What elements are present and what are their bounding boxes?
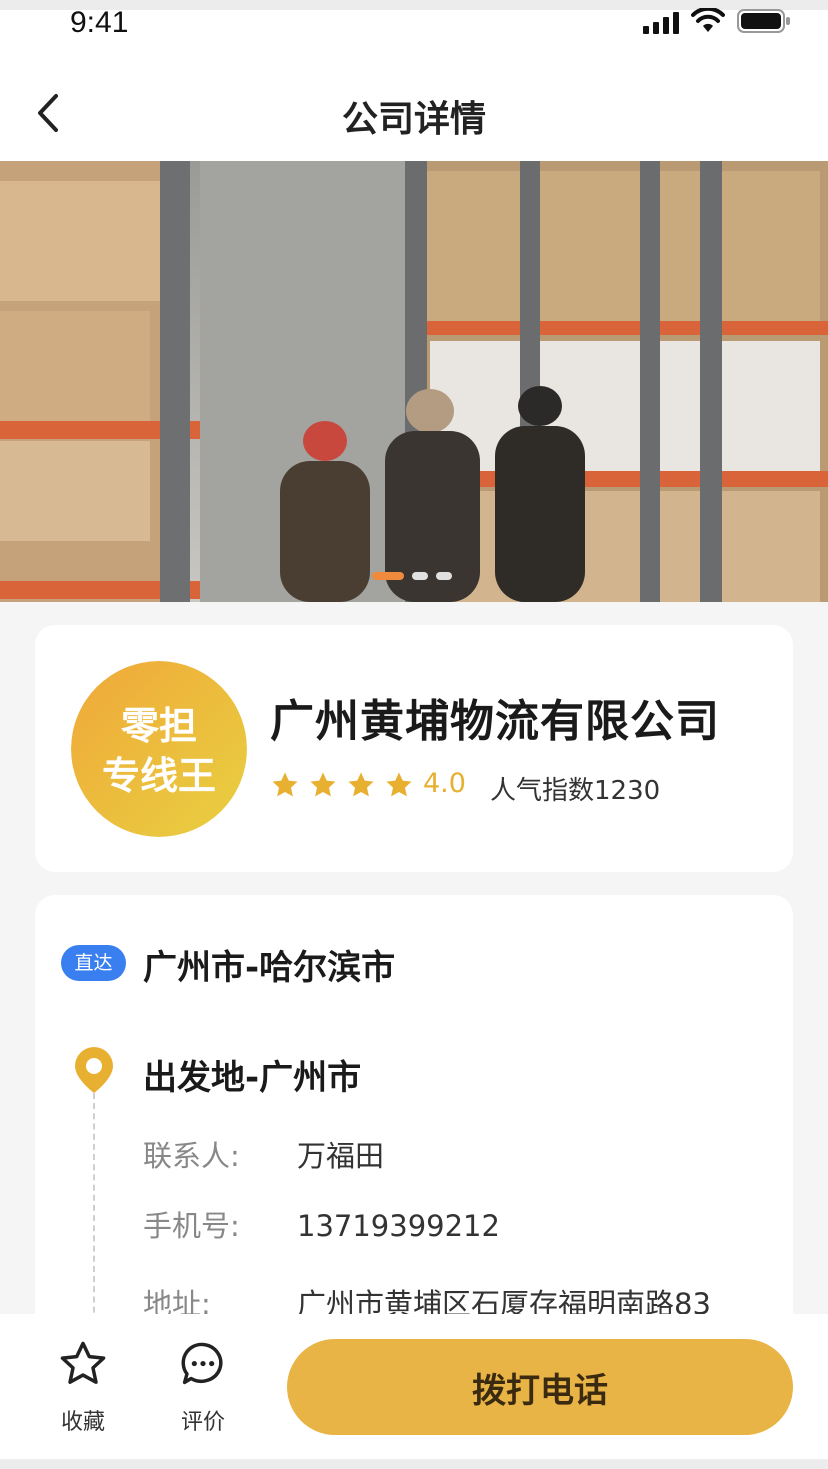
call-button[interactable]: 拨打电话 [287, 1339, 793, 1435]
wifi-icon [691, 8, 725, 32]
banner-image[interactable] [0, 161, 828, 602]
company-logo: 零担 专线王 [71, 661, 247, 837]
page-title: 公司详情 [341, 99, 486, 140]
star-icon [272, 772, 298, 797]
contact-value: 万福田 [297, 1139, 385, 1173]
warehouse-photo [0, 161, 828, 602]
indicator-dot-active [372, 572, 404, 580]
phone-row: 手机号: 13719399212 [143, 1203, 500, 1245]
svg-text:零担: 零担 [121, 704, 197, 748]
company-name: 广州黄埔物流有限公司 [270, 696, 720, 747]
review-button[interactable]: 评价 [172, 1338, 234, 1436]
phone-value[interactable]: 13719399212 [297, 1209, 500, 1243]
popularity-index: 人气指数1230 [490, 776, 661, 806]
favorite-button[interactable]: 收藏 [52, 1338, 114, 1436]
favorite-label: 收藏 [60, 1410, 105, 1435]
timeline-line [93, 1093, 95, 1333]
battery-icon [737, 9, 790, 33]
star-icon [348, 772, 374, 797]
route-title: 广州市-哈尔滨市 [143, 948, 396, 988]
phone-label: 手机号: [143, 1209, 240, 1243]
route-card: 直达 广州市-哈尔滨市 出发地-广州市 联系人: 万福田 手机号: 13719399… [35, 895, 793, 1335]
departure-title: 出发地-广州市 [143, 1058, 362, 1098]
star-icon [310, 772, 336, 797]
status-bar: 9:41 [0, 6, 828, 60]
star-icon [386, 772, 412, 797]
contact-label: 联系人: [143, 1139, 240, 1173]
svg-text:专线王: 专线王 [102, 754, 216, 798]
direct-tag: 直达 [61, 945, 126, 981]
indicator-dot [436, 572, 452, 580]
bottom-action-bar: 收藏 评价 拨打电话 [0, 1314, 828, 1469]
chat-bubble-icon [181, 1342, 223, 1385]
signal-icon [643, 12, 679, 34]
company-card: 零担 专线王 广州黄埔物流有限公司 4.0 人气指数1230 [35, 625, 793, 872]
bottom-strip [0, 1459, 828, 1469]
rating-score: 4.0 [423, 768, 466, 799]
star-outline-icon [60, 1341, 106, 1384]
review-label: 评价 [180, 1410, 225, 1435]
nav-bar: 公司详情 [0, 60, 828, 161]
contact-row: 联系人: 万福田 [143, 1133, 384, 1175]
rating-stars [270, 770, 414, 800]
status-time: 9:41 [70, 6, 129, 39]
location-pin-icon [75, 1047, 113, 1093]
banner-indicator [372, 572, 452, 580]
indicator-dot [412, 572, 428, 580]
